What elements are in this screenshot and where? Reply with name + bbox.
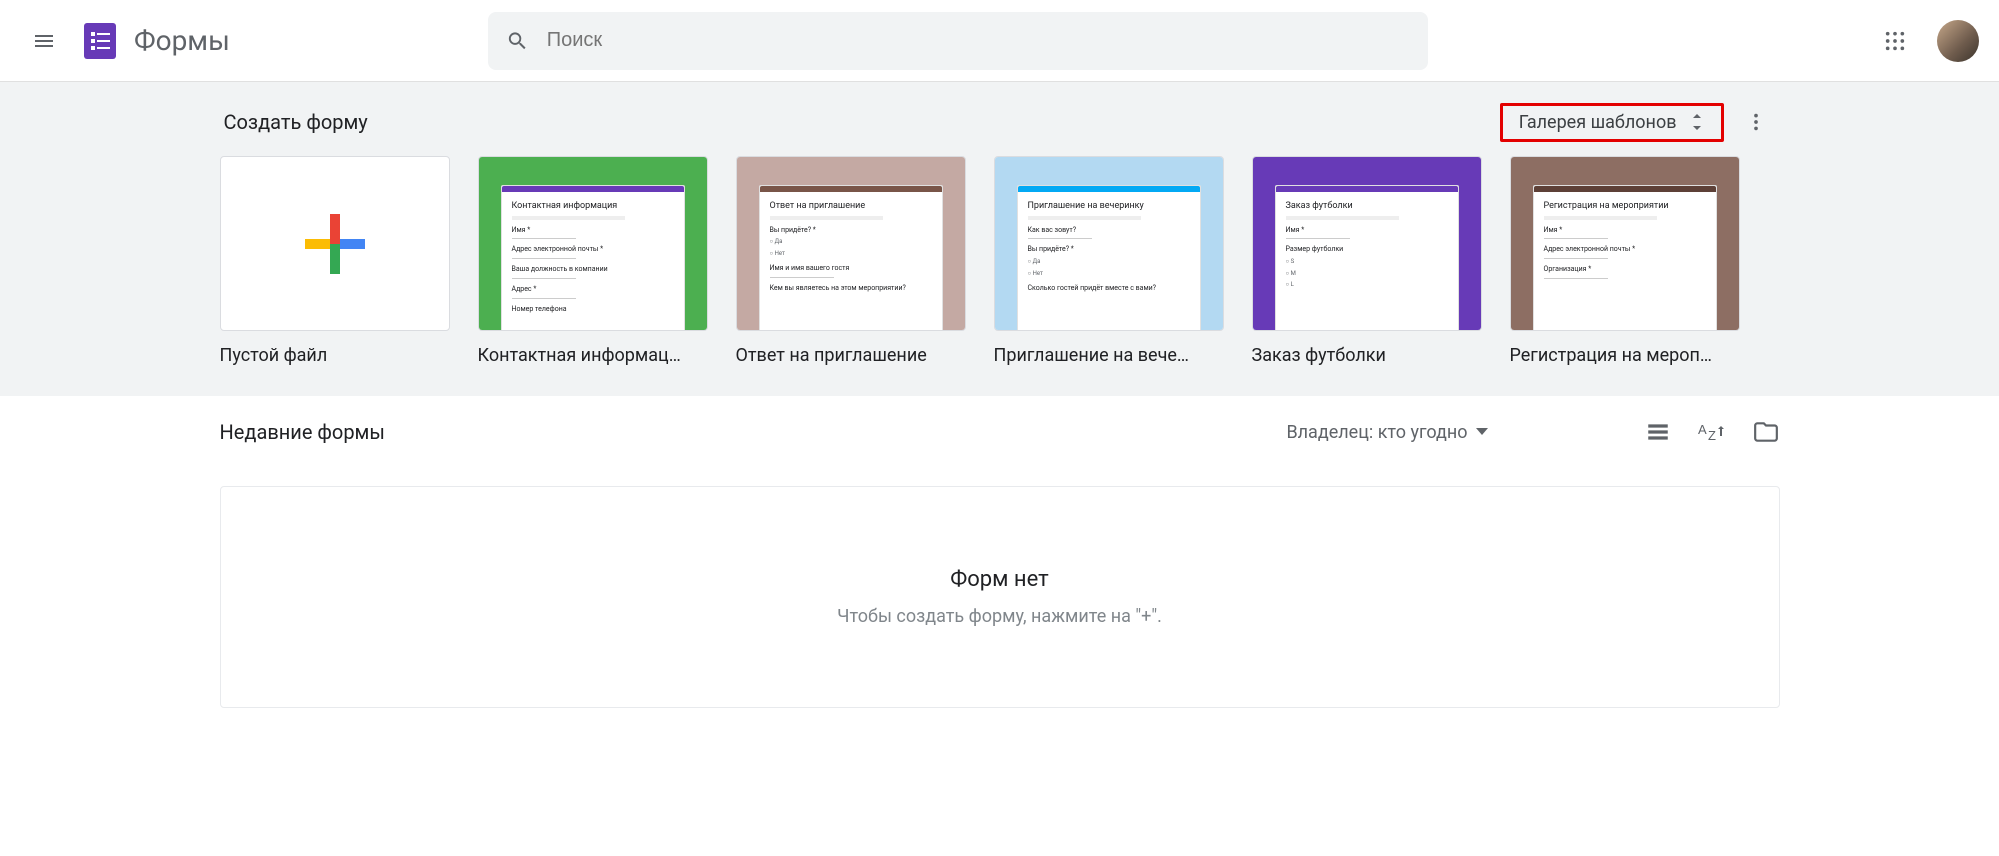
account-avatar[interactable] xyxy=(1937,20,1979,62)
empty-state: Форм нет Чтобы создать форму, нажмите на… xyxy=(220,486,1780,708)
template-card-event[interactable]: Регистрация на мероприятии Имя * Адрес э… xyxy=(1510,156,1740,366)
template-label: Пустой файл xyxy=(220,345,450,366)
empty-subtitle: Чтобы создать форму, нажмите на "+". xyxy=(241,606,1759,627)
template-label: Регистрация на мероп… xyxy=(1510,345,1740,366)
svg-text:A: A xyxy=(1698,422,1707,437)
owner-filter-button[interactable]: Владелец: кто угодно xyxy=(1286,422,1487,443)
search-input[interactable] xyxy=(547,29,1410,52)
search-wrap xyxy=(488,12,1428,70)
plus-icon xyxy=(305,214,365,274)
unfold-icon xyxy=(1689,112,1705,132)
template-card-contact[interactable]: Контактная информация Имя * Адрес электр… xyxy=(478,156,708,366)
template-thumb: Заказ футболки Имя * Размер футболки S M… xyxy=(1252,156,1482,331)
template-thumb: Ответ на приглашение Вы придёте? * Да Не… xyxy=(736,156,966,331)
list-icon xyxy=(1645,419,1671,445)
hamburger-icon xyxy=(32,29,56,53)
search-bar[interactable] xyxy=(488,12,1428,70)
template-label: Ответ на приглашение xyxy=(736,345,966,366)
list-view-button[interactable] xyxy=(1644,418,1672,446)
apps-grid-icon xyxy=(1884,30,1906,52)
template-row: Пустой файл Контактная информация Имя * … xyxy=(220,156,1780,366)
main-menu-button[interactable] xyxy=(20,17,68,65)
template-card-tshirt[interactable]: Заказ футболки Имя * Размер футболки S M… xyxy=(1252,156,1482,366)
template-card-party[interactable]: Приглашение на вечеринку Как вас зовут? … xyxy=(994,156,1224,366)
more-vert-icon xyxy=(1745,111,1767,133)
forms-logo xyxy=(76,17,124,65)
sort-button[interactable]: AZ xyxy=(1698,418,1726,446)
template-label: Заказ футболки xyxy=(1252,345,1482,366)
google-apps-button[interactable] xyxy=(1871,17,1919,65)
header: Формы xyxy=(0,0,1999,82)
templates-more-button[interactable] xyxy=(1736,102,1776,142)
svg-text:Z: Z xyxy=(1708,428,1716,443)
recent-title: Недавние формы xyxy=(220,420,385,444)
dropdown-icon xyxy=(1476,428,1488,436)
empty-title: Форм нет xyxy=(241,567,1759,592)
sort-az-icon: AZ xyxy=(1698,420,1726,444)
recent-section: Недавние формы Владелец: кто угодно AZ Ф… xyxy=(0,396,1999,730)
folder-icon xyxy=(1753,419,1779,445)
template-gallery-label: Галерея шаблонов xyxy=(1519,112,1677,133)
template-thumb: Контактная информация Имя * Адрес электр… xyxy=(478,156,708,331)
recent-header: Недавние формы Владелец: кто угодно AZ xyxy=(220,418,1780,446)
open-picker-button[interactable] xyxy=(1752,418,1780,446)
template-thumb: Приглашение на вечеринку Как вас зовут? … xyxy=(994,156,1224,331)
owner-filter-label: Владелец: кто угодно xyxy=(1286,422,1467,443)
search-icon xyxy=(506,29,529,53)
template-card-rsvp[interactable]: Ответ на приглашение Вы придёте? * Да Не… xyxy=(736,156,966,366)
forms-icon xyxy=(80,21,120,61)
template-gallery-button[interactable]: Галерея шаблонов xyxy=(1500,103,1724,142)
template-label: Приглашение на вече… xyxy=(994,345,1224,366)
template-thumb: Регистрация на мероприятии Имя * Адрес э… xyxy=(1510,156,1740,331)
template-label: Контактная информац… xyxy=(478,345,708,366)
templates-title: Создать форму xyxy=(224,110,368,134)
templates-section: Создать форму Галерея шаблонов xyxy=(0,82,1999,396)
templates-header: Создать форму Галерея шаблонов xyxy=(220,102,1780,156)
template-thumb xyxy=(220,156,450,331)
app-title: Формы xyxy=(134,24,230,57)
template-card-blank[interactable]: Пустой файл xyxy=(220,156,450,366)
